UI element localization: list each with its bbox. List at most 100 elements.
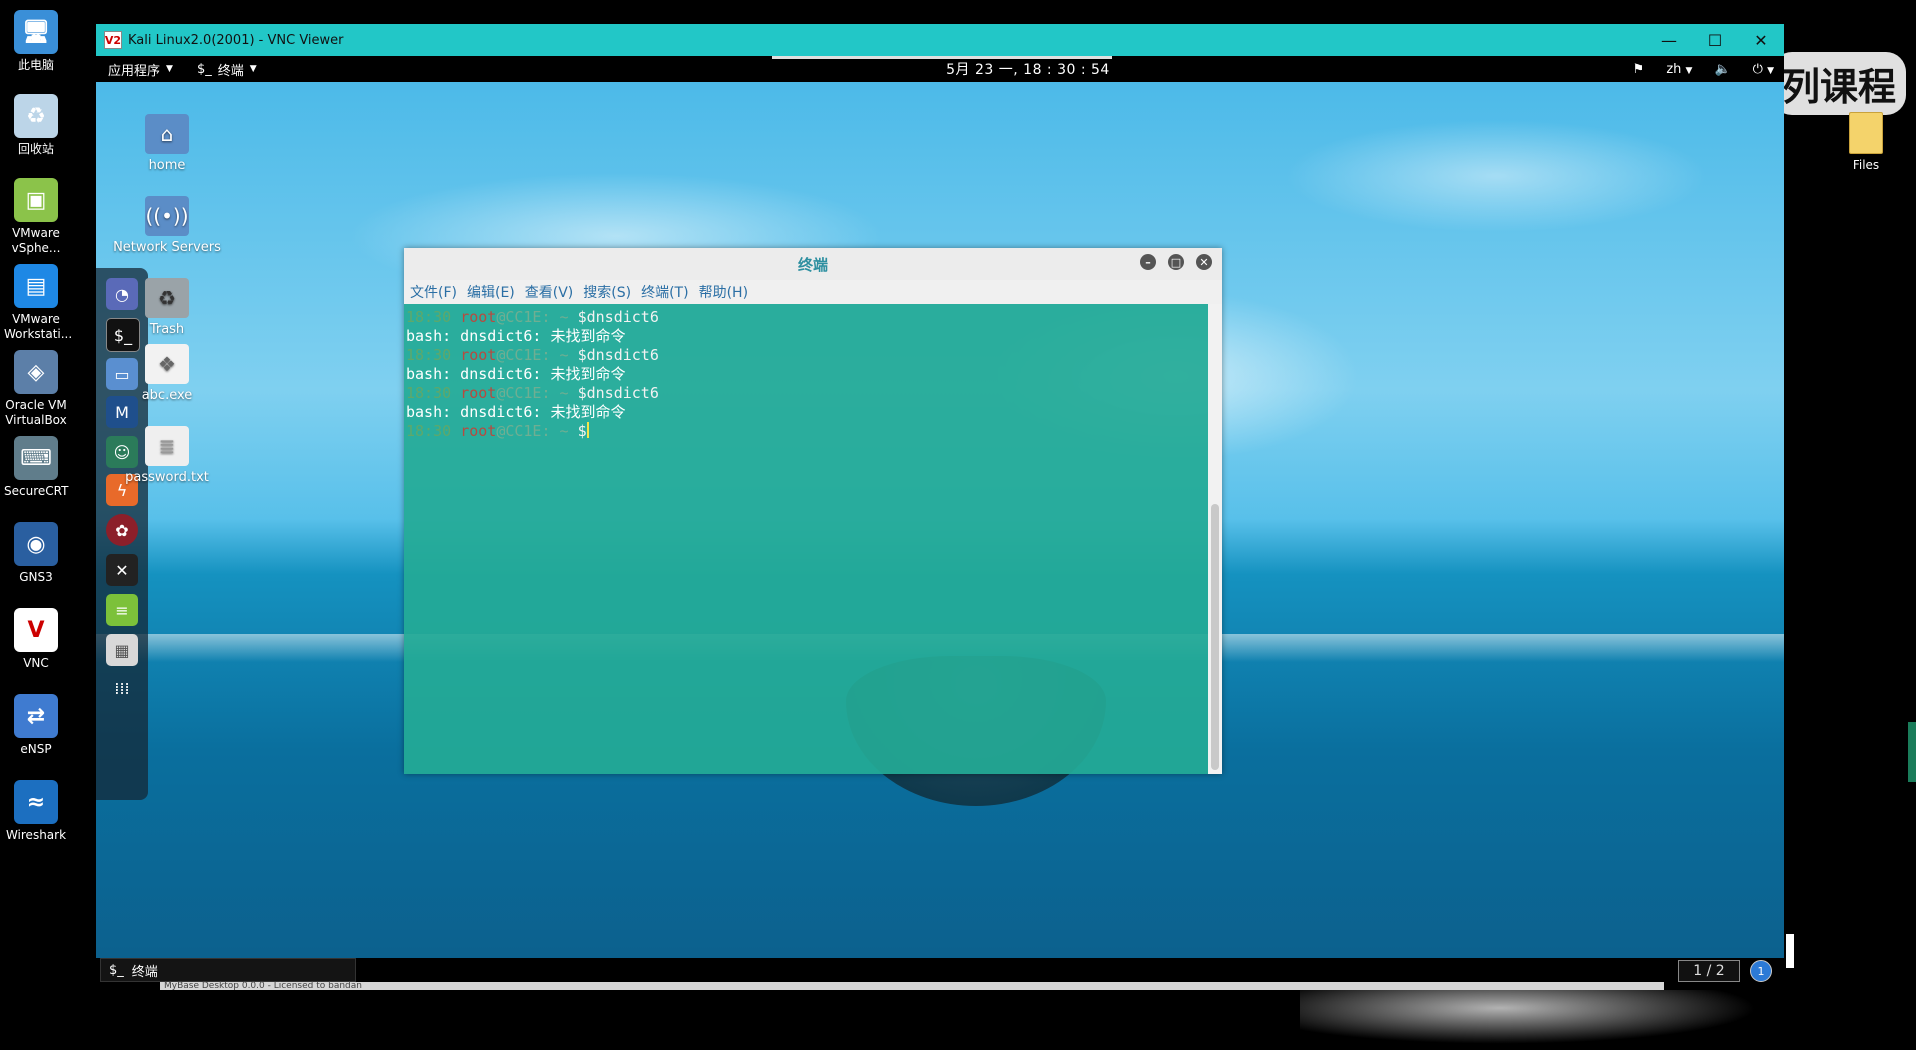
vnc-window-controls: — ☐ ✕ xyxy=(1646,24,1784,56)
host-icon-securecrt[interactable]: ⌨ SecureCRT xyxy=(4,436,68,499)
menu-edit[interactable]: 编辑(E) xyxy=(467,282,515,302)
prompt-time: 18:30 xyxy=(406,346,452,364)
host-icon-ensp[interactable]: ⇄ eNSP xyxy=(4,694,68,757)
maximize-button[interactable]: ☐ xyxy=(1692,24,1738,56)
terminal-titlebar[interactable]: 终端 – □ ✕ xyxy=(404,248,1222,280)
prompt-host: @CC1E: xyxy=(496,346,551,364)
host-icon-this-pc[interactable]: 🖥 此电脑 xyxy=(4,10,68,73)
light-glow-decor xyxy=(1300,990,1800,1050)
prompt-path: ~ xyxy=(559,422,569,440)
chevron-down-icon: ▼ xyxy=(1767,65,1774,76)
notification-icon[interactable]: 1 xyxy=(1750,960,1772,982)
host-icon-label: VNC xyxy=(23,656,49,670)
taskbar-item-terminal[interactable]: $_ 终端 xyxy=(100,958,356,982)
maltego-icon[interactable]: ✿ xyxy=(106,514,138,546)
terminal-scrollbar[interactable] xyxy=(1208,304,1222,774)
desktop-icon-home[interactable]: ⌂ home xyxy=(112,114,222,173)
output-text: bash: dnsdict6: 未找到命令 xyxy=(406,365,626,383)
host-icon-label: eNSP xyxy=(20,742,52,756)
panel-clock[interactable]: 5月 23 一, 18 : 30 : 54 xyxy=(858,59,1198,79)
computer-icon: 🖥 xyxy=(14,10,58,54)
vnc-logo-icon: V2 xyxy=(104,31,122,49)
desktop-icon-label: Network Servers xyxy=(113,240,221,255)
taskbar-item-label: 终端 xyxy=(131,964,158,980)
vnc-window-title: Kali Linux2.0(2001) - VNC Viewer xyxy=(128,32,344,48)
applications-menu-label: 应用程序 xyxy=(108,63,161,79)
scrollbar-thumb[interactable] xyxy=(1211,504,1219,770)
desktop-icon-trash[interactable]: ♻ Trash xyxy=(112,278,222,337)
desktop-icon-network-servers[interactable]: ((•)) Network Servers xyxy=(112,196,222,255)
remote-desktop[interactable]: 应用程序 ▼ $_ 终端 ▼ 5月 23 一, 18 : 30 : 54 ⚑ z… xyxy=(96,56,1784,982)
host-icon-vnc[interactable]: V VNC xyxy=(4,608,68,671)
side-decor-bar xyxy=(1786,934,1794,968)
kali-bottom-taskbar: $_ 终端 1 / 2 1 xyxy=(96,958,1784,982)
language-menu[interactable]: zh ▼ xyxy=(1666,62,1692,77)
chevron-down-icon: ▼ xyxy=(166,64,173,74)
menu-help[interactable]: 帮助(H) xyxy=(699,282,748,302)
close-button[interactable]: ✕ xyxy=(1738,24,1784,56)
host-icon-workstation[interactable]: ▤ VMware Workstati... xyxy=(4,264,72,342)
cherrytree-icon[interactable]: ▦ xyxy=(106,634,138,666)
menu-search[interactable]: 搜索(S) xyxy=(583,282,631,302)
terminal-output[interactable]: 18:30 root@CC1E: ~ $dnsdict6 bash: dnsdic… xyxy=(404,304,1208,774)
applications-menu[interactable]: 应用程序 ▼ xyxy=(96,56,185,82)
host-icon-virtualbox[interactable]: ◈ Oracle VM VirtualBox xyxy=(4,350,68,428)
terminal-prompt-line: 18:30 root@CC1E: ~ $dnsdict6 xyxy=(406,346,1206,365)
prompt-time: 18:30 xyxy=(406,422,452,440)
power-menu[interactable]: ⏻ ▼ xyxy=(1753,62,1774,77)
prompt-path: ~ xyxy=(559,384,569,402)
host-icon-label: 此电脑 xyxy=(17,58,54,72)
host-icon-wireshark[interactable]: ≈ Wireshark xyxy=(4,780,68,843)
prompt-command: $dnsdict6 xyxy=(577,308,659,326)
files-label: Files xyxy=(1852,158,1880,172)
prompt-path: ~ xyxy=(559,346,569,364)
vmware-vsphere-icon: ▣ xyxy=(14,178,58,222)
vnc-titlebar[interactable]: V2 Kali Linux2.0(2001) - VNC Viewer xyxy=(96,24,1784,56)
menu-view[interactable]: 查看(V) xyxy=(525,282,574,302)
desktop-icon-abc-exe[interactable]: ❖ abc.exe xyxy=(112,344,222,403)
right-edge-decor xyxy=(1908,722,1916,782)
show-apps-icon[interactable]: ⁞⁞⁞ xyxy=(106,672,138,704)
prompt-time: 18:30 xyxy=(406,384,452,402)
menu-terminal[interactable]: 终端(T) xyxy=(641,282,688,302)
terminal-prompt-line: 18:30 root@CC1E: ~ $dnsdict6 xyxy=(406,308,1206,327)
beef-icon[interactable]: ✕ xyxy=(106,554,138,586)
accessibility-icon[interactable]: ⚑ xyxy=(1633,62,1645,77)
terminal-title: 终端 xyxy=(797,255,828,274)
terminal-app-menu[interactable]: $_ 终端 ▼ xyxy=(185,56,269,82)
host-icon-files[interactable]: Files xyxy=(1834,112,1898,172)
desktop-icon-label: Trash xyxy=(149,322,185,337)
host-icon-recycle-bin[interactable]: ♻ 回收站 xyxy=(4,94,68,157)
leafpad-icon[interactable]: ≡ xyxy=(106,594,138,626)
host-icon-gns3[interactable]: ◉ GNS3 xyxy=(4,522,68,585)
desktop-icon-label: home xyxy=(148,158,186,173)
wireshark-icon: ≈ xyxy=(14,780,58,824)
host-icon-label: 回收站 xyxy=(17,142,54,156)
host-icon-label: Oracle VM VirtualBox xyxy=(5,398,67,427)
chevron-down-icon: ▼ xyxy=(249,64,257,74)
language-label: zh xyxy=(1666,61,1682,77)
prompt-host: @CC1E: xyxy=(496,422,551,440)
output-text: bash: dnsdict6: 未找到命令 xyxy=(406,327,626,345)
workspace-pager[interactable]: 1 / 2 xyxy=(1678,960,1740,982)
terminal-prompt-line: 18:30 root@CC1E: ~ $dnsdict6 xyxy=(406,384,1206,403)
power-icon: ⏻ xyxy=(1752,61,1763,77)
volume-icon[interactable]: 🔈 xyxy=(1714,62,1730,77)
course-banner: 列课程 xyxy=(1771,52,1906,115)
host-icon-vsphere[interactable]: ▣ VMware vSphe... xyxy=(4,178,68,256)
gns3-icon: ◉ xyxy=(14,522,58,566)
menu-file[interactable]: 文件(F) xyxy=(410,282,457,302)
prompt-path: ~ xyxy=(559,308,569,326)
terminal-prefix-icon: $_ xyxy=(196,61,212,77)
terminal-maximize-button[interactable]: □ xyxy=(1168,254,1184,270)
terminal-minimize-button[interactable]: – xyxy=(1140,254,1156,270)
chevron-down-icon: ▼ xyxy=(1685,65,1693,76)
securecrt-icon: ⌨ xyxy=(14,436,58,480)
panel-status-area: ⚑ zh ▼ 🔈 ⏻ ▼ xyxy=(1633,56,1774,82)
prompt-host: @CC1E: xyxy=(496,308,551,326)
minimize-button[interactable]: — xyxy=(1646,24,1692,56)
host-icon-label: Wireshark xyxy=(5,828,67,842)
terminal-close-button[interactable]: ✕ xyxy=(1196,254,1212,270)
host-icon-label: VMware Workstati... xyxy=(4,312,73,341)
desktop-icon-password-txt[interactable]: ≣ password.txt xyxy=(112,426,222,485)
